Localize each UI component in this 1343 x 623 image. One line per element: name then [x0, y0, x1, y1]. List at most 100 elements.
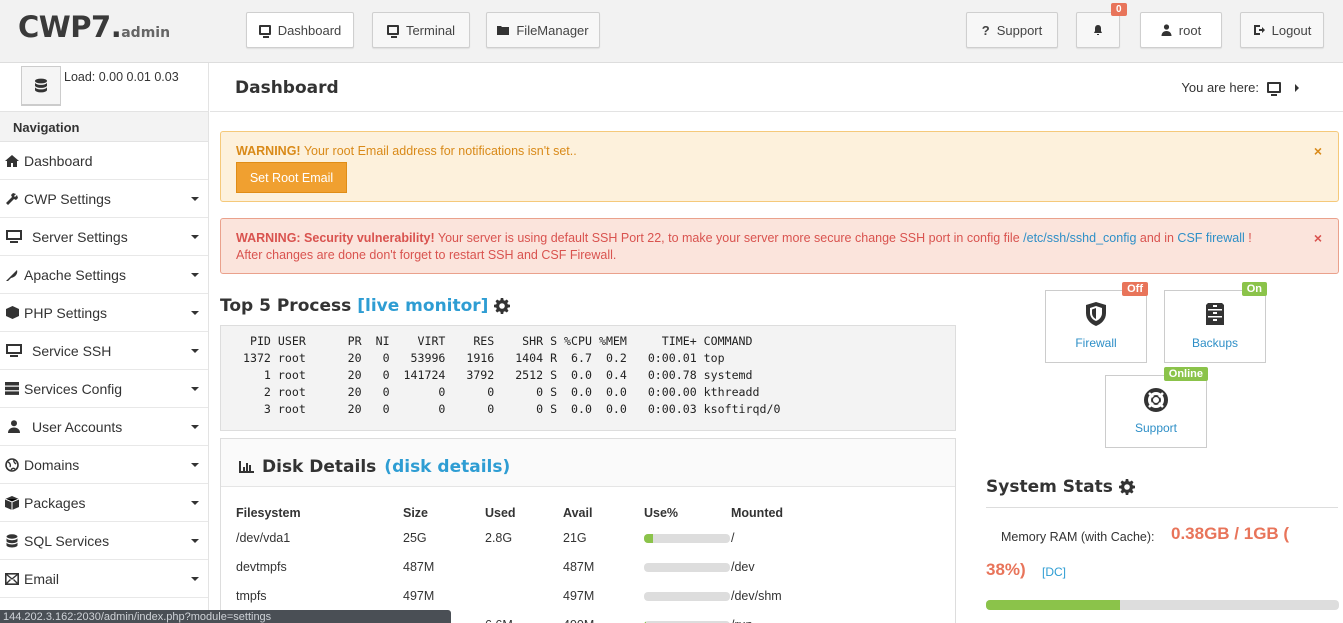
ssh-warning-text: WARNING: Security vulnerability! Your se…	[236, 231, 1252, 262]
caret-down-icon	[191, 349, 199, 353]
sidebar-item-php-settings[interactable]: PHP Settings	[0, 294, 208, 332]
disk-table: Filesystem Size Used Avail Use% Mounted …	[236, 503, 831, 623]
logout-button[interactable]: Logout	[1240, 12, 1324, 48]
logout-icon	[1253, 25, 1265, 35]
avail-cell: 21G	[563, 530, 587, 545]
top-process-heading: Top 5 Process [live monitor]	[220, 296, 511, 316]
sidebar-item-services-config[interactable]: Services Config	[0, 370, 208, 408]
avail-cell: 487M	[563, 559, 595, 574]
csf-firewall-link[interactable]: CSF firewall	[1177, 231, 1244, 245]
monitor-icon[interactable]	[1267, 82, 1281, 96]
server-load-button[interactable]	[21, 66, 61, 106]
size-cell: 25G	[403, 530, 427, 545]
caret-down-icon	[191, 387, 199, 391]
sidebar-item-label: Apache Settings	[24, 266, 126, 283]
dashboard-button[interactable]: Dashboard	[246, 12, 354, 48]
user-menu[interactable]: root	[1140, 12, 1222, 48]
user-name: root	[1178, 22, 1202, 38]
used-cell	[485, 552, 563, 581]
column-header: Mounted	[731, 506, 784, 520]
mounted-cell: /	[731, 530, 735, 545]
server-icon	[6, 230, 22, 244]
memory-percent: 38%)	[986, 560, 1026, 579]
sidebar-item-email[interactable]: Email	[0, 560, 208, 598]
used-cell: 2.8G	[485, 530, 513, 545]
set-root-email-button[interactable]: Set Root Email	[236, 162, 347, 193]
page-title: Dashboard	[235, 78, 339, 98]
dc-link[interactable]: [DC]	[1042, 565, 1066, 579]
caret-down-icon	[191, 197, 199, 201]
terminal-button[interactable]: Terminal	[372, 12, 470, 48]
disk-details-link[interactable]: (disk details)	[384, 457, 510, 477]
question-icon: ?	[981, 22, 990, 38]
sidebar-item-sql-services[interactable]: SQL Services	[0, 522, 208, 560]
support-status-badge: Online	[1163, 367, 1208, 381]
sidebar-item-apache-settings[interactable]: Apache Settings	[0, 256, 208, 294]
gear-icon[interactable]	[1118, 479, 1135, 495]
column-header: Size	[403, 506, 429, 520]
used-cell	[485, 581, 563, 610]
sshd-config-link[interactable]: /etc/ssh/sshd_config	[1023, 231, 1136, 245]
avail-cell: 497M	[563, 588, 595, 603]
close-icon[interactable]: ×	[1314, 230, 1322, 246]
load-box: Load: 0.00 0.01 0.03	[0, 63, 208, 112]
live-monitor-link[interactable]: [live monitor]	[357, 296, 488, 316]
support-button[interactable]: ? Support	[966, 12, 1058, 48]
column-header: Use%	[644, 506, 679, 520]
table-header-row: Filesystem Size Used Avail Use% Mounted	[236, 503, 831, 523]
status-bar-url: 144.202.3.162:2030/admin/index.php?modul…	[0, 610, 451, 623]
notifications-button[interactable]	[1076, 12, 1120, 48]
breadcrumb: You are here:	[1181, 80, 1299, 96]
sidebar-item-packages[interactable]: Packages	[0, 484, 208, 522]
caret-down-icon	[191, 311, 199, 315]
breadcrumb-label: You are here:	[1181, 80, 1259, 95]
filesystem-cell: devtmpfs	[236, 559, 287, 574]
caret-down-icon	[191, 463, 199, 467]
sidebar-item-dashboard[interactable]: Dashboard	[0, 142, 208, 180]
database-icon	[4, 533, 20, 548]
sidebar-item-user-accounts[interactable]: User Accounts	[0, 408, 208, 446]
used-cell: 6.6M	[485, 610, 563, 623]
sidebar-item-domains[interactable]: Domains	[0, 446, 208, 484]
sidebar-item-cwp-settings[interactable]: CWP Settings	[0, 180, 208, 218]
close-icon[interactable]: ×	[1314, 143, 1322, 159]
package-icon	[4, 495, 20, 510]
support-widget[interactable]: Online Support	[1105, 367, 1208, 448]
bar-chart-icon	[239, 461, 254, 473]
lifebuoy-icon	[1144, 388, 1168, 412]
firewall-label: Firewall	[1075, 336, 1117, 350]
filemanager-button[interactable]: FileManager	[486, 12, 600, 48]
sidebar-item-label: Server Settings	[32, 228, 128, 245]
sidebar-item-service-ssh[interactable]: Service SSH	[0, 332, 208, 370]
system-stats-heading: System Stats	[986, 477, 1338, 508]
backups-label: Backups	[1191, 336, 1239, 350]
avail-cell: 490M	[563, 610, 644, 623]
disk-details-header: Disk Details (disk details)	[221, 439, 955, 487]
backups-widget[interactable]: On Backups	[1164, 282, 1267, 363]
logo[interactable]: CWP7.admin	[18, 10, 170, 44]
user-icon	[6, 420, 22, 434]
envelope-icon	[4, 572, 20, 586]
caret-down-icon	[191, 577, 199, 581]
support-label: Support	[1134, 421, 1178, 435]
process-output: PID USER PR NI VIRT RES SHR S %CPU %MEM …	[242, 334, 781, 416]
usage-bar	[644, 591, 730, 601]
firewall-widget[interactable]: Off Firewall	[1045, 282, 1148, 363]
user-icon	[1161, 24, 1172, 36]
top-process-title: Top 5 Process	[220, 296, 352, 316]
usage-bar	[644, 562, 730, 572]
size-cell: 487M	[403, 559, 435, 574]
page-header: Dashboard You are here:	[210, 63, 1343, 112]
server-icon	[4, 382, 20, 396]
dashboard-button-label: Dashboard	[277, 22, 342, 38]
sidebar-item-label: Dashboard	[24, 152, 93, 169]
use-cell	[644, 610, 731, 623]
top-bar: CWP7.admin Dashboard Terminal FileManage…	[0, 0, 1343, 63]
globe-icon	[4, 457, 20, 472]
column-header: Used	[485, 506, 516, 520]
database-icon	[35, 78, 47, 92]
column-header: Avail	[563, 506, 593, 520]
sidebar-item-server-settings[interactable]: Server Settings	[0, 218, 208, 256]
gear-icon[interactable]	[494, 298, 511, 314]
sidebar-item-label: Packages	[24, 494, 86, 511]
